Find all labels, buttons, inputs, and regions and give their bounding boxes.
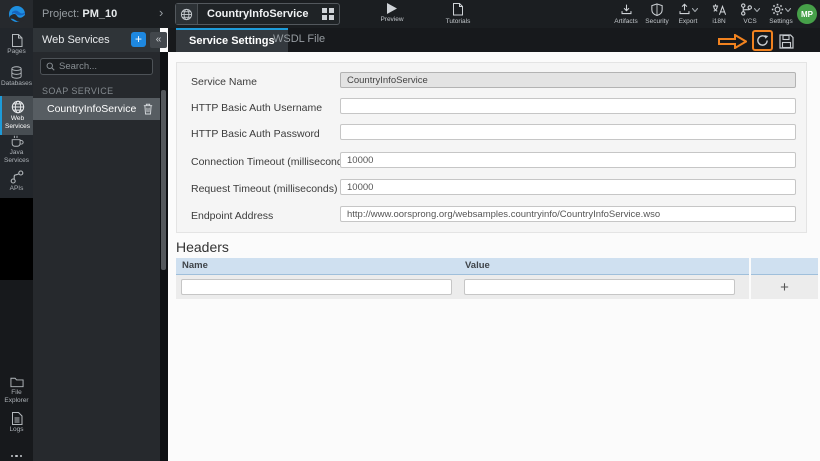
panel-header: Web Services +	[33, 28, 160, 52]
left-sidebar: Pages Databases Web Services Java Servic…	[0, 28, 33, 461]
delete-service-button[interactable]	[143, 103, 153, 115]
play-icon	[387, 3, 397, 14]
shield-icon	[651, 3, 663, 16]
service-name-label: CountryInfoService	[47, 103, 137, 115]
service-chip[interactable]: CountryInfoService	[175, 3, 341, 25]
security-button[interactable]: Security	[645, 3, 669, 25]
save-button[interactable]	[778, 33, 794, 49]
service-name-field-label: Service Name	[191, 76, 257, 88]
caret-down-icon	[785, 7, 791, 12]
form-row: Service Name	[191, 72, 796, 89]
form-row: Connection Timeout (milliseconds)	[191, 152, 796, 169]
export-button[interactable]: Export	[676, 3, 700, 25]
add-header-button[interactable]: +	[780, 280, 789, 295]
service-list-item[interactable]: CountryInfoService	[33, 98, 160, 120]
globe-icon	[11, 100, 24, 114]
headers-table-header: Name Value	[176, 258, 818, 275]
wavemaker-logo-icon[interactable]	[0, 0, 33, 28]
document-icon	[453, 3, 463, 16]
tab-wsdl-file[interactable]: WSDL File	[260, 28, 338, 52]
form-row: HTTP Basic Auth Username	[191, 98, 796, 115]
sidebar-item-logs[interactable]: Logs	[0, 412, 33, 434]
coffee-icon	[11, 135, 24, 147]
scrollbar-thumb[interactable]	[161, 90, 166, 270]
service-name-input[interactable]	[340, 72, 796, 88]
tutorials-button[interactable]: Tutorials	[436, 3, 480, 25]
translate-icon	[712, 4, 726, 15]
settings-button[interactable]: Settings	[769, 3, 793, 25]
header-name-input[interactable]	[181, 279, 452, 295]
reload-wsdl-button[interactable]	[752, 30, 773, 51]
sidebar-item-web-services[interactable]: Web Services	[0, 96, 33, 136]
headers-table-row: +	[176, 275, 818, 299]
chevron-right-icon: ›	[159, 5, 164, 20]
form-row: Endpoint Address	[191, 206, 796, 223]
caret-down-icon	[754, 7, 760, 12]
header-value-input[interactable]	[464, 279, 735, 295]
folder-icon	[9, 377, 24, 388]
basic-auth-password-input[interactable]	[340, 124, 796, 140]
sidebar-item-java-services[interactable]: Java Services	[0, 134, 33, 165]
service-search[interactable]	[40, 58, 153, 75]
api-icon	[10, 170, 23, 184]
service-settings-content: Service Name HTTP Basic Auth Username HT…	[168, 52, 820, 461]
database-icon	[11, 66, 22, 79]
headers-section-title: Headers	[176, 239, 229, 255]
globe-icon	[176, 4, 198, 24]
password-field-label: HTTP Basic Auth Password	[191, 128, 320, 140]
save-icon	[778, 33, 794, 49]
topbar-actions: Artifacts Security Export i18N VCS Setti…	[614, 3, 793, 25]
add-service-button[interactable]: +	[131, 32, 146, 47]
top-bar: Project: PM_10 › CountryInfoService Prev…	[0, 0, 820, 28]
sidebar-item-apis[interactable]: APIs	[0, 170, 33, 193]
basic-auth-username-input[interactable]	[340, 98, 796, 114]
gear-icon	[771, 3, 784, 16]
service-chip-title: CountryInfoService	[207, 8, 309, 20]
user-avatar[interactable]: MP	[797, 4, 817, 24]
soap-service-section-label: SOAP SERVICE	[42, 86, 114, 96]
more-icon[interactable]	[0, 454, 33, 457]
sidebar-item-pages[interactable]: Pages	[0, 34, 33, 56]
service-settings-form: Service Name HTTP Basic Auth Username HT…	[176, 62, 807, 233]
form-row: HTTP Basic Auth Password	[191, 124, 796, 141]
form-row: Request Timeout (milliseconds)	[191, 179, 796, 196]
vcs-button[interactable]: VCS	[738, 3, 762, 25]
column-header-value: Value	[459, 258, 749, 275]
web-services-panel: Web Services + SOAP SERVICE CountryInfoS…	[33, 28, 160, 461]
endpoint-address-input[interactable]	[340, 206, 796, 222]
connection-timeout-input[interactable]	[340, 152, 796, 168]
headers-table: Name Value +	[176, 258, 818, 299]
request-timeout-field-label: Request Timeout (milliseconds)	[191, 183, 338, 195]
annotation-arrow	[718, 34, 747, 49]
request-timeout-input[interactable]	[340, 179, 796, 195]
sidebar-item-databases[interactable]: Databases	[0, 66, 33, 88]
endpoint-address-field-label: Endpoint Address	[191, 210, 274, 222]
export-icon	[679, 3, 690, 15]
tab-bar: Service Settings WSDL File	[168, 28, 820, 52]
collapse-panel-button[interactable]: «	[150, 32, 167, 48]
download-icon	[621, 4, 631, 15]
search-icon	[46, 62, 55, 71]
panel-scrollbar	[160, 52, 168, 461]
panel-title: Web Services	[42, 34, 110, 46]
page-icon	[11, 34, 22, 47]
search-input[interactable]	[59, 61, 144, 72]
branch-icon	[741, 3, 752, 16]
artifacts-button[interactable]: Artifacts	[614, 3, 638, 25]
caret-down-icon	[692, 7, 698, 12]
column-header-actions	[751, 258, 818, 275]
log-file-icon	[11, 412, 22, 425]
connection-timeout-field-label: Connection Timeout (milliseconds)	[191, 156, 352, 168]
i18n-button[interactable]: i18N	[707, 3, 731, 25]
column-header-name: Name	[176, 258, 459, 275]
preview-button[interactable]: Preview	[370, 3, 414, 23]
username-field-label: HTTP Basic Auth Username	[191, 102, 323, 114]
app-window: Project: PM_10 › CountryInfoService Prev…	[0, 0, 820, 461]
sidebar-item-file-explorer[interactable]: File Explorer	[0, 376, 33, 405]
trash-icon	[143, 103, 153, 115]
grid-icon[interactable]	[317, 4, 339, 24]
refresh-icon	[757, 35, 769, 46]
project-label: Project: PM_10	[42, 8, 118, 20]
